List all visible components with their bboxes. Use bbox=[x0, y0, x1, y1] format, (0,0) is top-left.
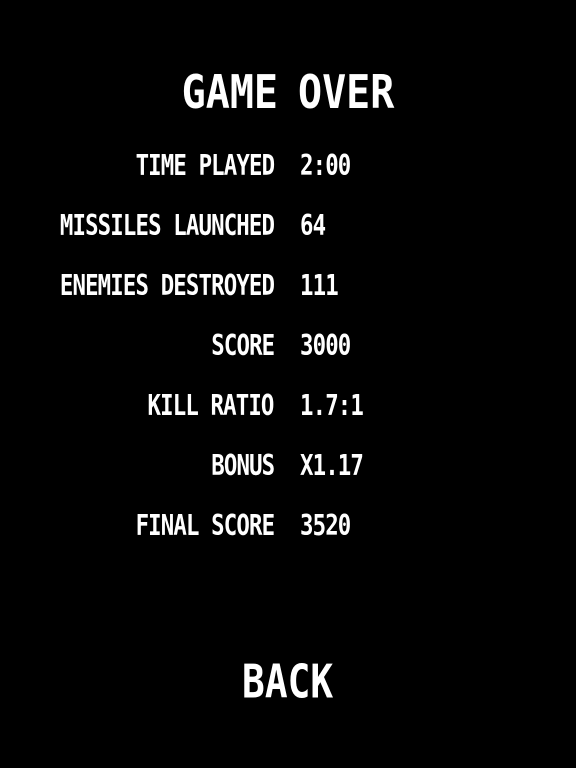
stat-value: 111 bbox=[300, 269, 339, 303]
stat-label: ENEMIES DESTROYED bbox=[59, 269, 275, 303]
stat-label: FINAL SCORE bbox=[135, 509, 274, 543]
title-word-over: OVER bbox=[298, 66, 395, 120]
stat-label: MISSILES LAUNCHED bbox=[59, 209, 275, 243]
stat-label: SCORE bbox=[210, 329, 275, 363]
stat-label: TIME PLAYED bbox=[135, 149, 274, 183]
stat-row-missiles-launched: MISSILES LAUNCHED 64 bbox=[0, 206, 576, 246]
stat-row-bonus: BONUS X1.17 bbox=[0, 446, 576, 486]
stat-value: X1.17 bbox=[300, 449, 364, 483]
game-over-screen: GAME OVER TIME PLAYED 2:00 MISSILES LAUN… bbox=[0, 0, 576, 768]
stat-value: 3000 bbox=[300, 329, 351, 363]
stat-row-enemies-destroyed: ENEMIES DESTROYED 111 bbox=[0, 266, 576, 306]
stat-value: 1.7:1 bbox=[300, 389, 364, 423]
stat-label: KILL RATIO bbox=[147, 389, 275, 423]
stat-row-kill-ratio: KILL RATIO 1.7:1 bbox=[0, 386, 576, 426]
stat-value: 3520 bbox=[300, 509, 351, 543]
back-button[interactable]: BACK bbox=[218, 652, 358, 710]
stat-row-time-played: TIME PLAYED 2:00 bbox=[0, 146, 576, 186]
title-word-game: GAME bbox=[181, 66, 278, 120]
stat-row-final-score: FINAL SCORE 3520 bbox=[0, 506, 576, 546]
stat-value: 2:00 bbox=[300, 149, 351, 183]
stat-label: BONUS bbox=[210, 449, 275, 483]
stat-row-score: SCORE 3000 bbox=[0, 326, 576, 366]
stat-value: 64 bbox=[300, 209, 326, 243]
game-over-title: GAME OVER bbox=[0, 66, 576, 120]
back-button-label: BACK bbox=[242, 654, 334, 708]
